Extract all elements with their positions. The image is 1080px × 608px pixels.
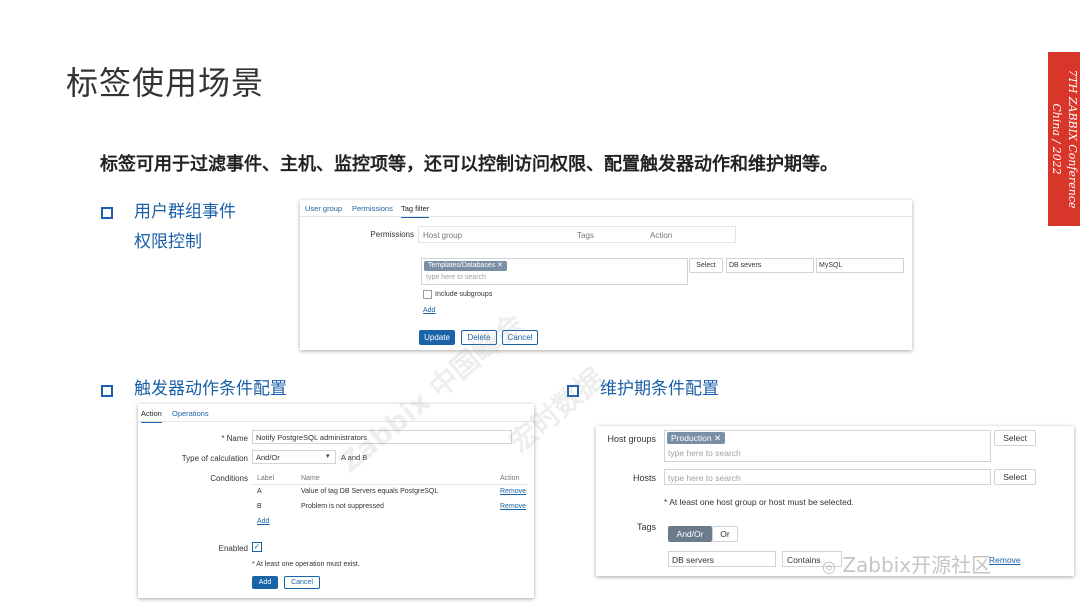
host-groups-label: Host groups xyxy=(607,434,656,444)
permissions-label: Permissions xyxy=(370,230,414,239)
bullet-maintenance: 维护期条件配置 xyxy=(600,379,719,399)
or-toggle[interactable]: Or xyxy=(712,526,738,542)
host-group-chip: Production ✕ xyxy=(667,432,726,444)
remove-chip-icon[interactable]: ✕ xyxy=(497,262,503,269)
hosts-placeholder: type here to search xyxy=(668,473,741,483)
trigger-action-panel: Action Operations * Name Notify PostgreS… xyxy=(138,404,534,598)
host-warning: * At least one host group or host must b… xyxy=(664,497,854,507)
host-groups-placeholder: type here to search xyxy=(668,448,741,458)
header-divider xyxy=(252,484,528,485)
calc-value: And/Or xyxy=(256,453,280,462)
include-subgroups-label: Include subgroups xyxy=(435,291,493,298)
conference-line1: 7TH ZABBIX Conference xyxy=(1066,69,1079,209)
tag-value-value: MySQL xyxy=(819,262,843,269)
tag-operator-value: Contains xyxy=(787,555,821,565)
select-host-groups-button[interactable]: Select xyxy=(994,430,1036,446)
enabled-label: Enabled xyxy=(218,544,248,553)
col-tags: Tags xyxy=(577,231,594,240)
condition-row-label: A xyxy=(257,488,262,495)
usergroup-panel: User group Permissions Tag filter Permis… xyxy=(300,200,912,350)
hosts-label: Hosts xyxy=(632,473,656,483)
and-or-toggle[interactable]: And/Or xyxy=(668,526,712,542)
include-subgroups-checkbox[interactable] xyxy=(423,290,432,299)
col-action: Action xyxy=(500,475,520,482)
col-action: Action xyxy=(650,231,673,240)
bullet-trigger-action: 触发器动作条件配置 xyxy=(134,379,287,399)
conference-line2: China / 2022 xyxy=(1050,103,1063,175)
update-button[interactable]: Update xyxy=(419,330,455,345)
remove-chip-icon[interactable]: ✕ xyxy=(714,433,721,443)
select-hosts-button[interactable]: Select xyxy=(994,469,1036,485)
bullet-usergroup: 用户群组事件 权限控制 xyxy=(134,202,236,252)
checkmark-icon: ✓ xyxy=(253,542,261,551)
enabled-checkbox[interactable]: ✓ xyxy=(252,542,262,552)
cancel-button[interactable]: Cancel xyxy=(284,576,320,589)
tab-user-group[interactable]: User group xyxy=(305,204,342,213)
add-button[interactable]: Add xyxy=(252,576,278,589)
footer-brand: ◎ Zabbix开源社区 xyxy=(822,553,992,577)
wechat-icon: ◎ xyxy=(822,557,836,576)
bullet-square-icon xyxy=(101,385,113,397)
name-label: * Name xyxy=(221,434,248,443)
slide-subtitle: 标签可用于过滤事件、主机、监控项等，还可以控制访问权限、配置触发器动作和维护期等… xyxy=(100,154,838,175)
col-label: Label xyxy=(257,475,275,482)
tag-input-value: DB servers xyxy=(672,555,715,565)
condition-row-label: B xyxy=(257,503,262,510)
col-name: Name xyxy=(301,475,320,482)
tab-divider xyxy=(300,216,912,217)
bullet-square-icon xyxy=(101,207,113,219)
conditions-label: Conditions xyxy=(210,474,248,483)
select-host-group-button[interactable]: Select xyxy=(689,258,723,273)
condition-row-name: Problem is not suppressed xyxy=(301,503,384,510)
tab-operations[interactable]: Operations xyxy=(172,409,209,418)
remove-condition-a-link[interactable]: Remove xyxy=(500,488,526,495)
add-condition-link[interactable]: Add xyxy=(257,518,269,525)
host-group-placeholder: type here to search xyxy=(426,274,486,281)
condition-row-name: Value of tag DB Servers equals PostgreSQ… xyxy=(301,488,439,495)
chevron-down-icon: ▾ xyxy=(326,453,330,460)
tab-permissions[interactable]: Permissions xyxy=(352,204,393,213)
tab-divider xyxy=(138,421,534,422)
conference-badge: 7TH ZABBIX Conference China / 2022 xyxy=(1048,52,1080,226)
slide-title: 标签使用场景 xyxy=(66,64,265,102)
remove-condition-b-link[interactable]: Remove xyxy=(500,503,526,510)
operation-note: * At least one operation must exist. xyxy=(252,561,360,568)
calc-label: Type of calculation xyxy=(181,454,248,463)
tags-label: Tags xyxy=(636,522,656,532)
col-host-group: Host group xyxy=(423,231,463,240)
host-group-chip: Templates/Databases ✕ xyxy=(424,261,508,271)
remove-tag-link[interactable]: Remove xyxy=(989,555,1021,565)
add-permission-link[interactable]: Add xyxy=(423,307,435,314)
tag-name-value: DB severs xyxy=(729,262,762,269)
